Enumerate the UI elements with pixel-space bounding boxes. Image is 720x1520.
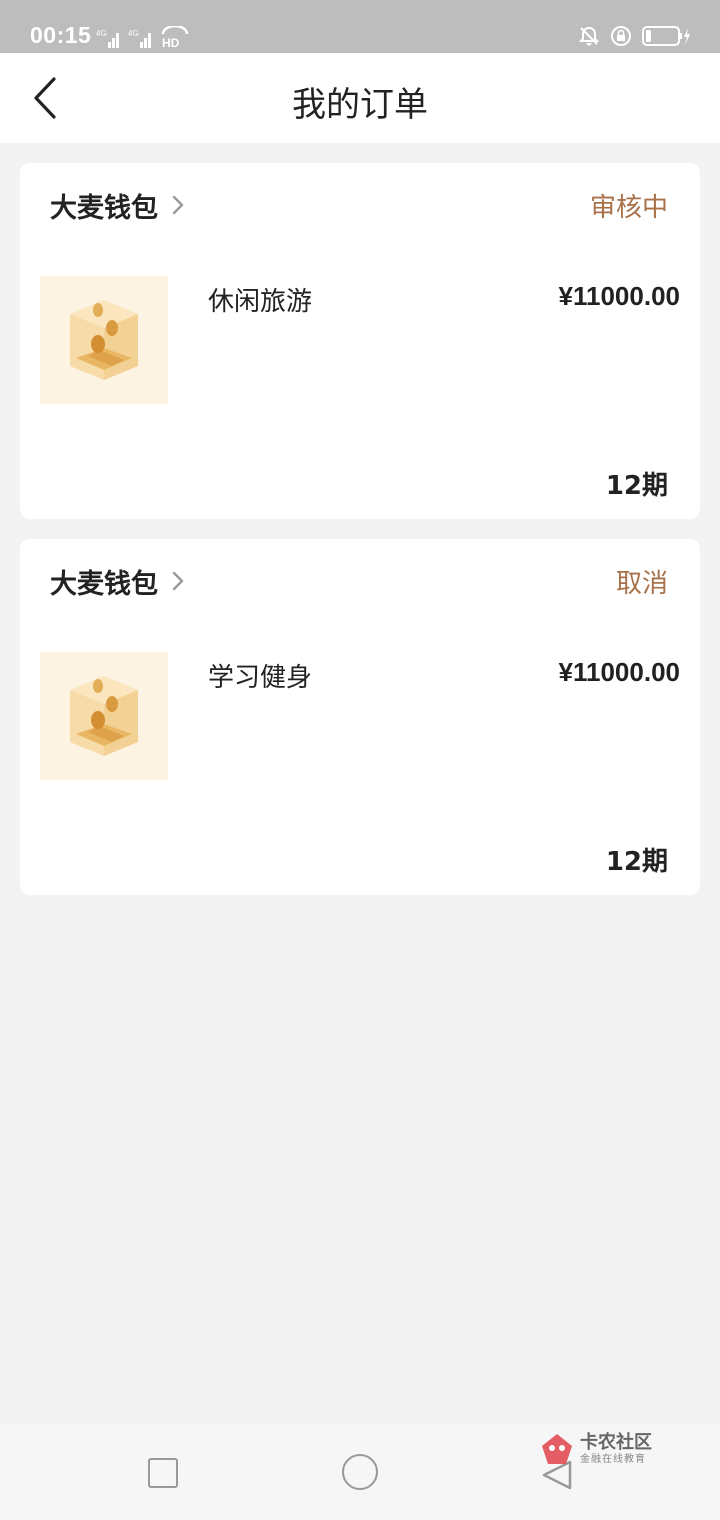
lock-rotation-icon — [611, 26, 631, 46]
order-card[interactable]: 大麦钱包 审核中 休闲旅游 ¥11000.00 12期 — [20, 163, 700, 519]
merchant-link[interactable]: 大麦钱包 — [50, 185, 184, 225]
chevron-right-icon — [172, 571, 184, 591]
merchant-link[interactable]: 大麦钱包 — [50, 561, 184, 601]
hd-label: HD — [162, 36, 180, 48]
price: ¥11000.00 — [558, 657, 680, 687]
merchant-name: 大麦钱包 — [50, 568, 158, 600]
merchant-name: 大麦钱包 — [50, 192, 158, 224]
signal-1-icon: 4G — [96, 29, 119, 48]
product-name: 休闲旅游 — [208, 287, 313, 317]
network-1-label: 4G — [96, 29, 107, 38]
status-time: 00:15 — [30, 22, 92, 48]
product-image — [40, 652, 168, 780]
status-left-icons: 4G 4G HD — [96, 24, 192, 48]
installment-term: 12期 — [605, 471, 668, 501]
system-nav-bar: 卡农社区 金融在线教育 — [0, 1424, 720, 1520]
header-bar: 我的订单 — [0, 53, 720, 143]
status-right-icons — [578, 24, 692, 48]
gold-cube-icon — [40, 652, 168, 780]
status-bar: 00:15 4G 4G HD — [0, 0, 720, 53]
watermark-title: 卡农社区 — [580, 1431, 652, 1453]
gold-cube-icon — [40, 276, 168, 404]
recent-apps-button[interactable] — [148, 1458, 178, 1488]
order-card[interactable]: 大麦钱包 取消 学习健身 ¥11000.00 12期 — [20, 539, 700, 895]
price: ¥11000.00 — [558, 281, 680, 311]
notifications-off-icon — [578, 26, 600, 46]
network-2-label: 4G — [128, 29, 139, 38]
installment-term: 12期 — [605, 847, 668, 877]
order-status: 审核中 — [589, 193, 668, 223]
battery-charging-icon — [642, 26, 690, 46]
chevron-right-icon — [172, 195, 184, 215]
watermark-subtitle: 金融在线教育 — [580, 1453, 646, 1465]
product-image — [40, 276, 168, 404]
signal-2-icon: 4G — [128, 29, 151, 48]
product-name: 学习健身 — [208, 663, 313, 693]
kanong-logo-icon — [542, 1434, 572, 1464]
order-status: 取消 — [615, 569, 668, 599]
home-button[interactable] — [342, 1454, 378, 1490]
watermark: 卡农社区 金融在线教育 — [540, 1432, 652, 1466]
page-title: 我的订单 — [292, 85, 428, 125]
hd-voice-icon: HD — [161, 26, 189, 48]
